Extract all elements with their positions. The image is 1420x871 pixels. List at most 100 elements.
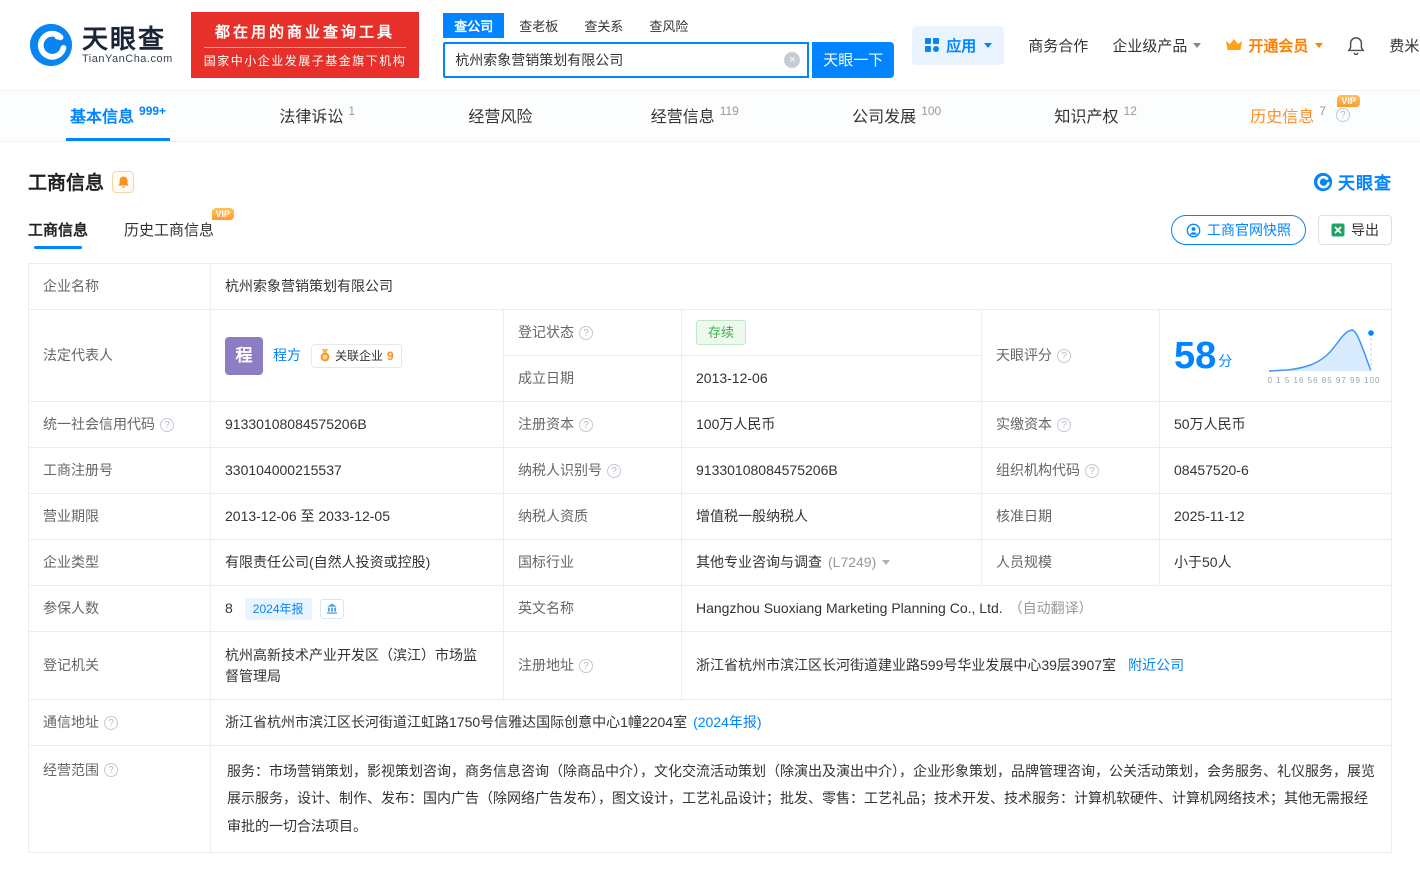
subtab-history-business-info[interactable]: 历史工商信息 VIP (124, 219, 214, 249)
table-row: 登记机关 杭州高新技术产业开发区（滨江）市场监督管理局 注册地址 浙江省杭州市滨… (29, 632, 1391, 700)
registration-number-value: 330104000215537 (211, 448, 504, 493)
help-icon[interactable] (579, 326, 593, 340)
field-label: 登记状态 (504, 310, 682, 355)
export-button[interactable]: 导出 (1318, 215, 1392, 245)
tab-basic-info[interactable]: 基本信息999+ (66, 91, 170, 141)
clear-icon[interactable] (784, 52, 800, 68)
company-section-tabs: 基本信息999+ 法律诉讼1 经营风险 经营信息119 公司发展100 知识产权… (0, 90, 1420, 142)
mailing-address-cell: 浙江省杭州市滨江区长河街道江虹路1750号信雅达国际创意中心1幢2204室 (2… (211, 700, 1391, 745)
chevron-down-icon (984, 43, 992, 48)
tab-operating-risk[interactable]: 经营风险 (464, 91, 541, 141)
help-icon[interactable] (104, 763, 118, 777)
approval-date-value: 2025-11-12 (1160, 494, 1391, 539)
field-label: 组织机构代码 (982, 448, 1160, 493)
score-value: 58 (1174, 337, 1216, 375)
nav-open-vip[interactable]: 开通会员 (1225, 35, 1323, 56)
nav-enterprise-products[interactable]: 企业级产品 (1112, 35, 1201, 56)
top-header: 天眼查 TianYanCha.com 都在用的商业查询工具 国家中小企业发展子基… (0, 0, 1420, 90)
help-icon[interactable] (607, 464, 621, 478)
field-label: 成立日期 (504, 356, 682, 401)
registration-status-cell: 存续 (682, 310, 981, 355)
apps-menu[interactable]: 应用 (912, 26, 1004, 65)
vip-badge: VIP (1337, 95, 1360, 107)
search-tab-boss[interactable]: 查老板 (508, 13, 569, 38)
help-icon[interactable] (579, 418, 593, 432)
insured-count-cell: 8 2024年报 (211, 586, 504, 631)
user-menu[interactable]: 费米 (1389, 35, 1420, 56)
english-name-cell: Hangzhou Suoxiang Marketing Planning Co.… (682, 586, 1391, 631)
field-label: 人员规模 (982, 540, 1160, 585)
vip-badge: VIP (212, 208, 235, 220)
annual-report-badge[interactable]: 2024年报 (245, 598, 312, 620)
table-row: 营业期限 2013-12-06 至 2033-12-05 纳税人资质 增值税一般… (29, 494, 1391, 540)
help-icon[interactable] (1085, 464, 1099, 478)
field-label: 企业名称 (29, 264, 211, 309)
excel-icon (1331, 223, 1345, 237)
help-icon[interactable] (579, 659, 593, 673)
slogan-line1: 都在用的商业查询工具 (204, 21, 407, 48)
monitor-bell-icon[interactable] (112, 171, 134, 193)
help-icon[interactable] (104, 716, 118, 730)
paid-capital-value: 50万人民币 (1160, 402, 1391, 447)
search-tab-relation[interactable]: 查关系 (573, 13, 634, 38)
section-title: 工商信息 (28, 168, 104, 195)
company-name-value: 杭州索象营销策划有限公司 (211, 264, 1391, 309)
insured-trend-icon[interactable] (320, 599, 344, 619)
mailing-address-value: 浙江省杭州市滨江区长河街道江虹路1750号信雅达国际创意中心1幢2204室 (225, 712, 687, 733)
avatar[interactable]: 程 (225, 337, 263, 375)
search-tabs: 查公司 查老板 查关系 查风险 (443, 13, 894, 38)
tab-history-info[interactable]: VIP 历史信息7 (1246, 91, 1354, 141)
tab-legal-litigation[interactable]: 法律诉讼1 (275, 91, 359, 141)
field-label: 法定代表人 (29, 310, 211, 401)
slogan-banner: 都在用的商业查询工具 国家中小企业发展子基金旗下机构 (191, 12, 420, 78)
search-input[interactable] (443, 42, 809, 78)
search-tab-risk[interactable]: 查风险 (638, 13, 699, 38)
chevron-down-icon (1315, 43, 1323, 48)
help-icon[interactable] (1336, 108, 1350, 122)
registration-authority-value: 杭州高新技术产业开发区（滨江）市场监督管理局 (211, 632, 504, 699)
tianyancha-logo[interactable]: 天眼查 TianYanCha.com (28, 22, 173, 68)
tianyancha-swirl-icon (28, 22, 74, 68)
registered-address-cell: 浙江省杭州市滨江区长河街道建业路599号华业发展中心39层3907室 附近公司 (682, 632, 1391, 699)
tab-company-development[interactable]: 公司发展100 (848, 91, 945, 141)
table-row: 工商注册号 330104000215537 纳税人识别号 91330108084… (29, 448, 1391, 494)
search-area: 查公司 查老板 查关系 查风险 天眼一下 (443, 13, 894, 78)
taxpayer-quality-value: 增值税一般纳税人 (682, 494, 982, 539)
field-label: 注册资本 (504, 402, 682, 447)
field-label: 参保人数 (29, 586, 211, 631)
official-snapshot-button[interactable]: 工商官网快照 (1171, 215, 1306, 245)
establish-date-value: 2013-12-06 (682, 356, 981, 401)
medal-icon (319, 349, 331, 362)
table-row: 统一社会信用代码 91330108084575206B 注册资本 100万人民币… (29, 402, 1391, 448)
help-icon[interactable] (1057, 349, 1071, 363)
search-tab-company[interactable]: 查公司 (443, 13, 504, 38)
chevron-down-icon[interactable] (882, 560, 890, 565)
field-label: 纳税人资质 (504, 494, 682, 539)
tab-intellectual-property[interactable]: 知识产权12 (1051, 91, 1141, 141)
brand-name: 天眼查 (82, 25, 173, 54)
field-label: 通信地址 (29, 700, 211, 745)
apps-label: 应用 (946, 35, 976, 56)
score-cell: 58 分 0 1 5 16 56 85 97 99 100 (1160, 310, 1391, 401)
field-label: 营业期限 (29, 494, 211, 539)
subtab-business-info[interactable]: 工商信息 (28, 219, 88, 249)
help-icon[interactable] (160, 418, 174, 432)
legal-rep-cell: 程 程方 关联企业 9 (211, 310, 504, 401)
slogan-line2: 国家中小企业发展子基金旗下机构 (204, 52, 407, 69)
related-companies-chip[interactable]: 关联企业 9 (311, 344, 402, 368)
grid-icon (924, 37, 940, 53)
legal-rep-link[interactable]: 程方 (273, 345, 301, 366)
annual-report-link[interactable]: (2024年报) (693, 712, 761, 733)
nearby-companies-link[interactable]: 附近公司 (1128, 655, 1184, 676)
notification-bell-icon[interactable] (1347, 36, 1365, 55)
search-button[interactable]: 天眼一下 (812, 42, 894, 78)
tab-business-info[interactable]: 经营信息119 (647, 91, 743, 141)
english-name-value: Hangzhou Suoxiang Marketing Planning Co.… (696, 598, 1003, 619)
registered-address-value: 浙江省杭州市滨江区长河街道建业路599号华业发展中心39层3907室 (696, 655, 1116, 676)
field-label: 登记机关 (29, 632, 211, 699)
industry-cell: 其他专业咨询与调查 (L7249) (682, 540, 982, 585)
help-icon[interactable] (1057, 418, 1071, 432)
main-content: 工商信息 天眼查 工商信息 历史工商信息 VIP (0, 168, 1420, 853)
tianyancha-watermark-logo: 天眼查 (1313, 169, 1392, 194)
nav-cooperation[interactable]: 商务合作 (1028, 35, 1088, 56)
